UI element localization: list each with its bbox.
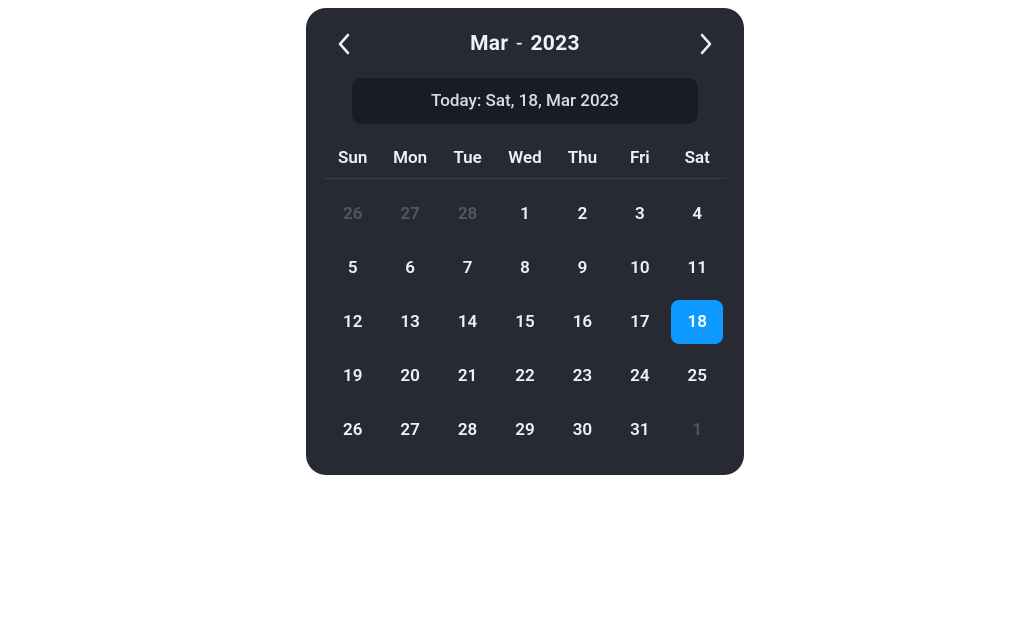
day-number: 24 [614, 354, 666, 398]
day-number: 10 [614, 246, 666, 290]
day-cell[interactable]: 29 [496, 403, 553, 457]
day-number: 16 [556, 300, 608, 344]
day-cell[interactable]: 15 [496, 295, 553, 349]
day-number: 20 [384, 354, 436, 398]
next-month-button[interactable] [690, 28, 722, 60]
day-cell[interactable]: 12 [324, 295, 381, 349]
day-cell[interactable]: 1 [669, 403, 726, 457]
year-label: 2023 [530, 32, 579, 56]
day-number: 21 [442, 354, 494, 398]
day-cell[interactable]: 13 [381, 295, 438, 349]
calendar-grid: Sun Mon Tue Wed Thu Fri Sat 262728123456… [324, 138, 726, 457]
day-number: 7 [442, 246, 494, 290]
day-number: 2 [556, 192, 608, 236]
dow-thu: Thu [554, 138, 611, 179]
prev-month-button[interactable] [328, 28, 360, 60]
day-cell[interactable]: 16 [554, 295, 611, 349]
day-cell[interactable]: 18 [669, 295, 726, 349]
dow-mon: Mon [381, 138, 438, 179]
day-number: 23 [556, 354, 608, 398]
day-cell[interactable]: 20 [381, 349, 438, 403]
day-number: 14 [442, 300, 494, 344]
day-number: 28 [442, 408, 494, 452]
day-number: 5 [327, 246, 379, 290]
chevron-left-icon [337, 33, 351, 55]
dow-wed: Wed [496, 138, 553, 179]
day-cell[interactable]: 3 [611, 187, 668, 241]
day-number: 28 [442, 192, 494, 236]
day-number: 1 [671, 408, 723, 452]
day-cell[interactable]: 19 [324, 349, 381, 403]
day-cell[interactable]: 30 [554, 403, 611, 457]
day-cell[interactable]: 5 [324, 241, 381, 295]
day-number: 6 [384, 246, 436, 290]
day-number: 17 [614, 300, 666, 344]
day-number: 18 [671, 300, 723, 344]
day-number: 27 [384, 192, 436, 236]
day-cell[interactable]: 4 [669, 187, 726, 241]
today-badge[interactable]: Today: Sat, 18, Mar 2023 [352, 78, 698, 124]
day-cell[interactable]: 17 [611, 295, 668, 349]
day-cell[interactable]: 14 [439, 295, 496, 349]
day-number: 26 [327, 192, 379, 236]
day-cell[interactable]: 10 [611, 241, 668, 295]
day-number: 25 [671, 354, 723, 398]
day-number: 11 [671, 246, 723, 290]
day-number: 30 [556, 408, 608, 452]
day-cell[interactable]: 1 [496, 187, 553, 241]
day-cell[interactable]: 28 [439, 403, 496, 457]
day-cell[interactable]: 26 [324, 187, 381, 241]
month-label: Mar [470, 32, 508, 56]
day-cell[interactable]: 26 [324, 403, 381, 457]
day-number: 22 [499, 354, 551, 398]
month-year-separator: - [516, 32, 522, 56]
dow-sat: Sat [669, 138, 726, 179]
day-number: 4 [671, 192, 723, 236]
day-cell[interactable]: 2 [554, 187, 611, 241]
dow-fri: Fri [611, 138, 668, 179]
day-cell[interactable]: 24 [611, 349, 668, 403]
day-number: 8 [499, 246, 551, 290]
day-number: 19 [327, 354, 379, 398]
day-number: 9 [556, 246, 608, 290]
day-cell[interactable]: 31 [611, 403, 668, 457]
day-cell[interactable]: 8 [496, 241, 553, 295]
day-number: 1 [499, 192, 551, 236]
day-cell[interactable]: 22 [496, 349, 553, 403]
day-cell[interactable]: 11 [669, 241, 726, 295]
day-number: 13 [384, 300, 436, 344]
dow-sun: Sun [324, 138, 381, 179]
day-number: 26 [327, 408, 379, 452]
day-cell[interactable]: 28 [439, 187, 496, 241]
day-number: 3 [614, 192, 666, 236]
calendar-widget: Mar - 2023 Today: Sat, 18, Mar 2023 Sun … [306, 8, 744, 475]
chevron-right-icon [699, 33, 713, 55]
calendar-header: Mar - 2023 [324, 28, 726, 72]
month-year-label[interactable]: Mar - 2023 [470, 32, 580, 56]
day-cell[interactable]: 9 [554, 241, 611, 295]
day-number: 12 [327, 300, 379, 344]
day-number: 15 [499, 300, 551, 344]
day-cell[interactable]: 21 [439, 349, 496, 403]
day-cell[interactable]: 23 [554, 349, 611, 403]
day-cell[interactable]: 25 [669, 349, 726, 403]
day-cell[interactable]: 27 [381, 403, 438, 457]
day-number: 31 [614, 408, 666, 452]
day-number: 29 [499, 408, 551, 452]
dow-tue: Tue [439, 138, 496, 179]
day-cell[interactable]: 27 [381, 187, 438, 241]
day-cell[interactable]: 7 [439, 241, 496, 295]
day-cell[interactable]: 6 [381, 241, 438, 295]
day-number: 27 [384, 408, 436, 452]
